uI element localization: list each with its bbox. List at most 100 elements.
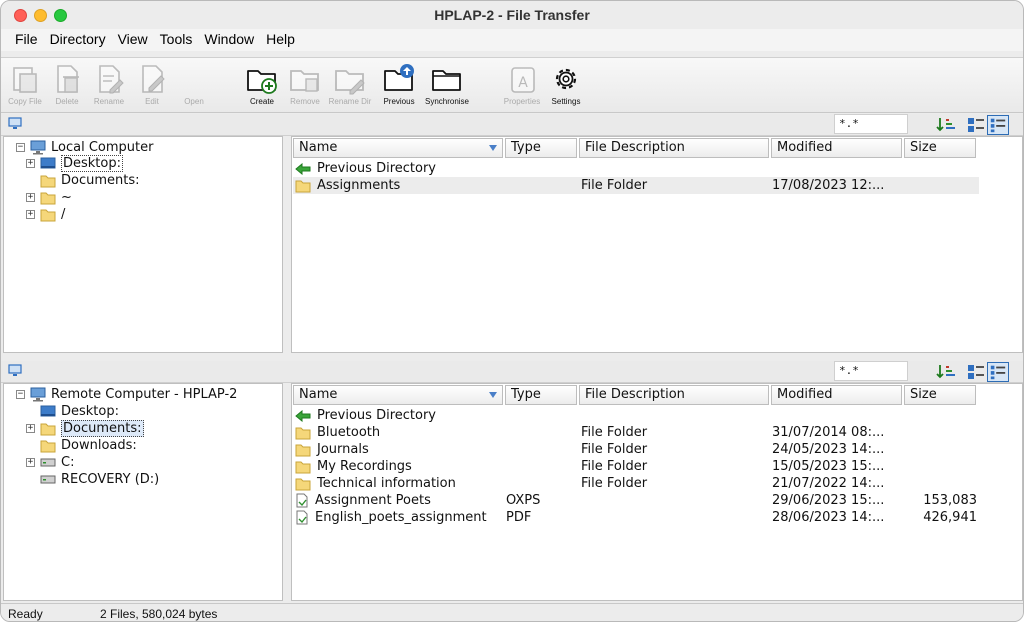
tree-expand-toggle[interactable]: + [26, 424, 35, 433]
synchronise-button[interactable]: Synchronise [424, 62, 470, 112]
column-type[interactable]: Type [505, 385, 577, 405]
column-size[interactable]: Size [904, 138, 976, 158]
tree-item-drive-d[interactable]: RECOVERY (D:) [40, 471, 159, 488]
local-filter-input[interactable]: *.* [834, 114, 908, 134]
menu-help[interactable]: Help [260, 29, 301, 51]
status-state: Ready [8, 607, 43, 621]
tree-item-documents[interactable]: Documents: [40, 172, 140, 189]
table-row[interactable]: Previous Directory [293, 407, 979, 424]
rename-file-button[interactable]: Rename [86, 62, 132, 112]
computer-icon [30, 140, 46, 155]
status-bar: Ready 2 Files, 580,024 bytes [1, 603, 1023, 621]
folder-icon [295, 180, 311, 192]
local-file-list: Name Type File Description Modified Size… [291, 136, 1023, 353]
table-row[interactable]: Journals File Folder 24/05/2023 14:... [293, 441, 979, 458]
tree-item-downloads[interactable]: Downloads: [40, 437, 137, 454]
rename-folder-icon [335, 70, 365, 95]
document-icon [296, 510, 308, 525]
delete-file-button[interactable]: Delete [44, 62, 90, 112]
edit-file-icon [142, 65, 165, 93]
previous-button[interactable]: Previous [376, 62, 422, 112]
tree-expand-toggle[interactable]: + [26, 193, 35, 202]
details-view-icon[interactable] [987, 115, 1009, 135]
column-file-description[interactable]: File Description [579, 138, 769, 158]
settings-button[interactable]: Settings [543, 62, 589, 112]
open-file-icon [177, 62, 211, 96]
remote-tree: − Remote Computer - HPLAP-2 Desktop: + D… [3, 383, 283, 601]
remote-filter-input[interactable]: *.* [834, 361, 908, 381]
column-modified[interactable]: Modified [771, 385, 902, 405]
table-row[interactable]: Assignments File Folder 17/08/2023 12:..… [293, 177, 979, 194]
menu-file[interactable]: File [9, 29, 44, 51]
column-file-description[interactable]: File Description [579, 385, 769, 405]
properties-button[interactable]: A Properties [499, 62, 545, 112]
menu-bar: File Directory View Tools Window Help [1, 29, 1023, 51]
remote-pane-header: *.* [1, 361, 1023, 383]
title-bar: HPLAP-2 - File Transfer [1, 1, 1023, 29]
copy-file-button[interactable]: Copy File [2, 62, 48, 112]
table-row[interactable]: Previous Directory [293, 160, 979, 177]
folder-icon [40, 192, 56, 205]
desktop-icon [40, 405, 56, 417]
sort-icon[interactable] [936, 116, 960, 134]
tree-item-desktop[interactable]: Desktop: [40, 403, 119, 420]
create-folder-button[interactable]: Create [239, 62, 285, 112]
svg-text:A: A [518, 75, 528, 91]
desktop-icon [40, 157, 56, 169]
tree-item-drive-c[interactable]: C: [40, 454, 74, 471]
monitor-icon [8, 364, 22, 376]
tree-item-root[interactable]: / [40, 206, 65, 223]
window-title: HPLAP-2 - File Transfer [434, 7, 590, 23]
toolbar: Copy File Delete Rename Edit Open Create… [1, 57, 1023, 113]
tree-collapse-toggle[interactable]: − [16, 143, 25, 152]
menu-view[interactable]: View [112, 29, 154, 51]
column-type[interactable]: Type [505, 138, 577, 158]
tree-item-remote-computer[interactable]: Remote Computer - HPLAP-2 [30, 386, 237, 403]
synchronise-folder-icon [432, 70, 461, 91]
tree-item-local-computer[interactable]: Local Computer [30, 139, 153, 156]
drive-icon [40, 475, 56, 484]
copy-file-icon [13, 67, 37, 93]
menu-tools[interactable]: Tools [154, 29, 199, 51]
tree-expand-toggle[interactable]: + [26, 210, 35, 219]
menu-window[interactable]: Window [198, 29, 260, 51]
remote-file-list: Name Type File Description Modified Size… [291, 383, 1023, 601]
back-arrow-icon [295, 409, 311, 422]
rename-file-icon [99, 65, 124, 94]
table-row[interactable]: English_poets_assignment PDF 28/06/2023 … [293, 509, 979, 526]
folder-icon [40, 423, 56, 436]
edit-file-button[interactable]: Edit [129, 62, 175, 112]
menu-directory[interactable]: Directory [44, 29, 112, 51]
folder-icon [295, 478, 311, 490]
details-view-icon[interactable] [987, 362, 1009, 382]
folder-icon [40, 209, 56, 222]
tree-item-desktop[interactable]: Desktop: [40, 155, 123, 172]
remove-folder-button[interactable]: Remove [282, 62, 328, 112]
table-row[interactable]: Technical information File Folder 21/07/… [293, 475, 979, 492]
remove-folder-icon [290, 70, 319, 92]
status-summary: 2 Files, 580,024 bytes [100, 607, 218, 621]
column-name[interactable]: Name [293, 385, 503, 405]
sort-desc-icon [489, 392, 497, 398]
file-transfer-window: HPLAP-2 - File Transfer File Directory V… [0, 0, 1024, 622]
tree-item-documents[interactable]: Documents: [40, 420, 144, 437]
column-size[interactable]: Size [904, 385, 976, 405]
table-row[interactable]: Bluetooth File Folder 31/07/2014 08:... [293, 424, 979, 441]
open-file-button[interactable]: Open [171, 62, 217, 112]
table-row[interactable]: My Recordings File Folder 15/05/2023 15:… [293, 458, 979, 475]
rename-dir-button[interactable]: Rename Dir [327, 62, 373, 112]
sort-icon[interactable] [936, 363, 960, 381]
list-view-icon[interactable] [967, 116, 985, 134]
table-row[interactable]: Assignment Poets OXPS 29/06/2023 15:... … [293, 492, 979, 509]
tree-collapse-toggle[interactable]: − [16, 390, 25, 399]
list-view-icon[interactable] [967, 363, 985, 381]
column-modified[interactable]: Modified [771, 138, 902, 158]
tree-expand-toggle[interactable]: + [26, 458, 35, 467]
drive-icon [40, 458, 56, 467]
tree-expand-toggle[interactable]: + [26, 159, 35, 168]
monitor-icon [8, 117, 22, 129]
tree-item-home[interactable]: ~ [40, 189, 72, 206]
column-name[interactable]: Name [293, 138, 503, 158]
folder-icon [295, 444, 311, 456]
local-tree: − Local Computer + Desktop: Documents: +… [3, 136, 283, 353]
